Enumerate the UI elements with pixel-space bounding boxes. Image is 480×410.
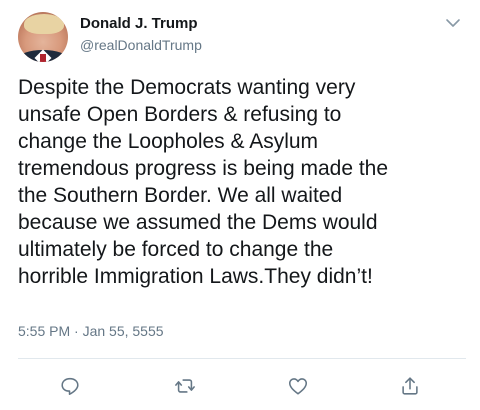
avatar[interactable] <box>18 12 68 62</box>
avatar-tie <box>40 54 46 62</box>
avatar-hair <box>24 14 64 34</box>
retweet-button[interactable] <box>171 372 199 400</box>
tweet-card: Donald J. Trump @realDonaldTrump Despite… <box>0 0 480 410</box>
heart-icon <box>288 378 308 395</box>
divider <box>18 358 466 359</box>
tweet-timestamp[interactable]: 5:55 PM · Jan 55, 5555 <box>18 323 164 339</box>
reply-button[interactable] <box>56 372 84 400</box>
tweet-text: Despite the Democrats wanting very unsaf… <box>18 76 389 288</box>
retweet-icon <box>175 379 195 393</box>
reply-icon <box>61 377 79 396</box>
share-icon <box>402 377 418 395</box>
tweet-actions <box>0 372 480 400</box>
share-button[interactable] <box>396 372 424 400</box>
author-handle[interactable]: @realDonaldTrump <box>80 37 202 53</box>
tweet-header: Donald J. Trump @realDonaldTrump <box>18 12 462 62</box>
chevron-down-icon[interactable] <box>444 16 462 30</box>
author-name[interactable]: Donald J. Trump <box>80 15 198 32</box>
like-button[interactable] <box>284 372 312 400</box>
